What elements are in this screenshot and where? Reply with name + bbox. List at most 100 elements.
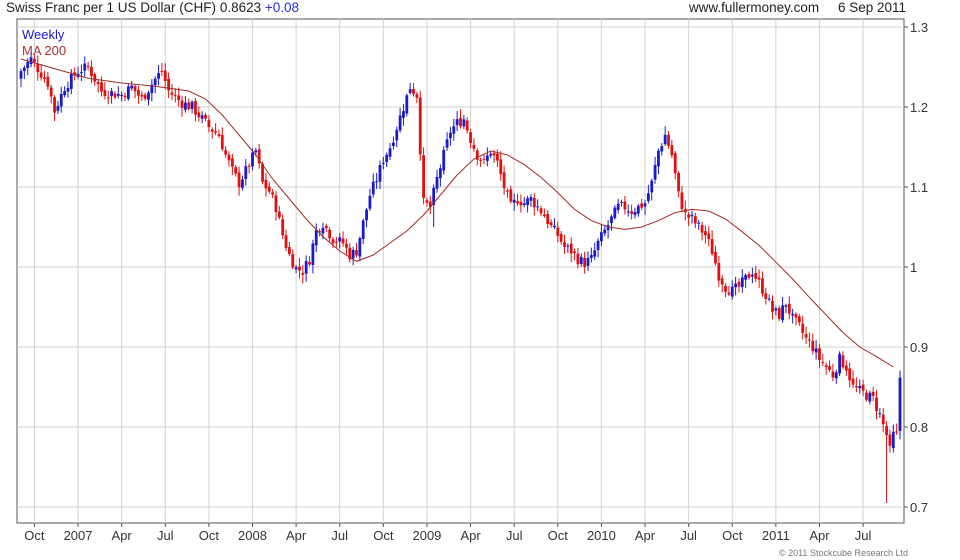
candle-body — [445, 139, 449, 148]
candle-body — [183, 102, 187, 110]
candle-body — [485, 155, 489, 161]
candle-body — [328, 229, 332, 239]
candle-body — [197, 112, 201, 118]
candle-body — [177, 95, 181, 100]
candle-body — [841, 355, 845, 368]
candle-body — [797, 316, 801, 323]
candle-body — [891, 431, 895, 449]
candle-body — [418, 97, 422, 155]
candle-body — [687, 214, 691, 218]
candle-body — [569, 243, 573, 254]
candle-body — [811, 340, 815, 352]
candle-body — [727, 292, 731, 295]
candle-body — [160, 70, 164, 72]
candle-body — [301, 272, 305, 275]
candle-body — [462, 119, 466, 127]
candle-body — [499, 159, 503, 175]
x-tick-label: Oct — [722, 528, 743, 543]
candle-body — [110, 91, 113, 96]
candle-body — [385, 154, 389, 163]
candle-body — [241, 179, 244, 188]
candle-body — [740, 277, 744, 287]
candle-body — [449, 132, 452, 139]
candle-body — [556, 227, 560, 236]
x-tick-label: Oct — [373, 528, 394, 543]
candle-body — [613, 207, 617, 218]
candle-body — [881, 414, 885, 425]
candle-body — [697, 222, 701, 224]
candle-body — [39, 72, 43, 78]
candle-body — [438, 168, 442, 179]
x-tick-label: Jul — [157, 528, 174, 543]
ma200-line — [20, 58, 894, 368]
x-tick-label: 2011 — [762, 528, 790, 543]
candle-body — [875, 397, 878, 412]
candle-body — [408, 89, 412, 93]
candle-body — [596, 240, 600, 251]
candle-body — [865, 392, 868, 400]
candle-body — [378, 164, 382, 182]
x-tick-label: Oct — [24, 528, 45, 543]
candle-body — [690, 214, 694, 217]
x-tick-label: Jul — [331, 528, 348, 543]
candle-body — [338, 237, 342, 242]
candle-body — [492, 153, 496, 156]
candle-body — [854, 386, 858, 388]
candle-body — [526, 198, 529, 205]
candle-body — [46, 76, 50, 87]
candle-body — [623, 201, 627, 210]
candle-body — [375, 181, 379, 183]
candle-body — [123, 95, 127, 98]
candle-body — [311, 243, 315, 266]
candle-body — [529, 197, 533, 201]
candle-body — [801, 323, 805, 333]
candle-body — [496, 153, 499, 161]
candle-body — [324, 225, 328, 229]
candle-body — [717, 263, 721, 281]
candle-body — [402, 111, 405, 118]
candle-body — [757, 277, 761, 280]
candle-body — [147, 92, 150, 100]
candle-body — [636, 205, 640, 214]
candle-body — [22, 67, 26, 72]
candle-body — [482, 158, 486, 160]
candle-body — [93, 73, 97, 82]
candle-body — [230, 158, 234, 167]
candle-body — [224, 150, 228, 155]
candle-body — [720, 278, 724, 285]
candle-body — [479, 159, 483, 161]
candle-body — [368, 195, 372, 209]
candle-body — [489, 153, 493, 156]
candle-body — [63, 91, 67, 96]
candle-body — [677, 172, 680, 192]
candle-body — [737, 281, 741, 287]
candle-body — [522, 203, 526, 206]
candle-body — [435, 177, 439, 189]
candle-body — [371, 181, 375, 195]
candle-body — [834, 372, 838, 379]
copyright-note: © 2011 Stockcube Research Ltd — [778, 548, 908, 558]
candle-body — [670, 145, 674, 156]
candle-body — [415, 94, 419, 98]
candle-body — [747, 273, 751, 278]
candle-body — [579, 256, 583, 264]
candle-body — [767, 298, 771, 300]
candle-body — [341, 238, 345, 244]
candle-body — [153, 78, 157, 86]
candle-body — [281, 219, 285, 236]
candle-body — [274, 195, 278, 213]
candle-body — [546, 214, 550, 225]
candle-body — [26, 61, 30, 69]
candle-body — [442, 149, 446, 171]
candle-body — [29, 57, 33, 65]
candle-body — [465, 120, 469, 131]
candle-body — [314, 229, 318, 246]
candle-body — [227, 154, 231, 161]
candle-body — [200, 115, 204, 119]
candle-body — [724, 285, 727, 292]
candle-body — [358, 238, 362, 257]
candle-body — [693, 216, 697, 224]
x-tick-label: Apr — [635, 528, 656, 543]
candle-body — [187, 102, 191, 110]
candle-body — [469, 132, 472, 143]
